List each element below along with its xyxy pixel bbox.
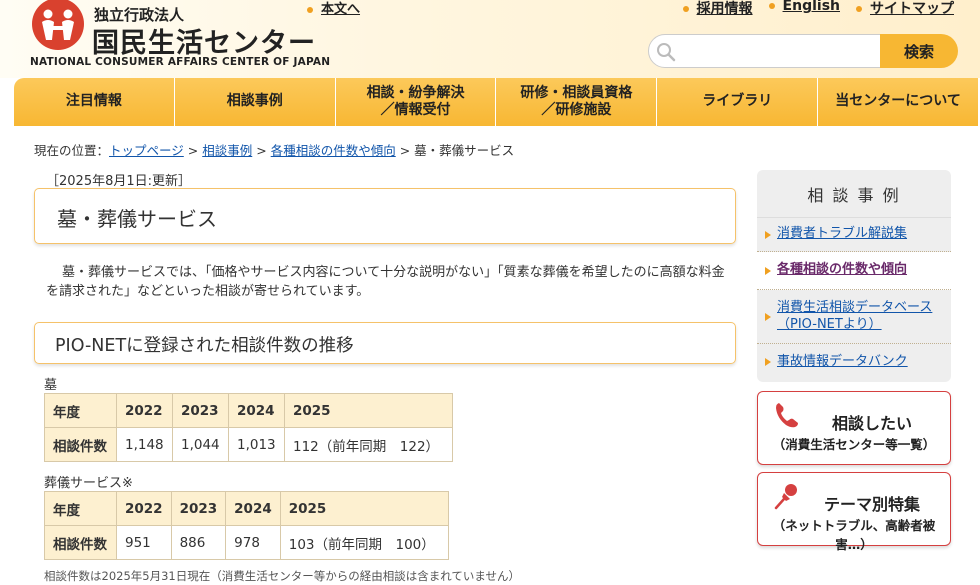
global-nav: 注目情報 相談事例 相談・紛争解決 ／情報受付 研修・相談員資格 ／研修施設 ラ…: [14, 78, 978, 126]
sidebar-item-accident-databank[interactable]: 事故情報データバンク: [757, 344, 951, 380]
breadcrumb-separator: >: [256, 143, 267, 158]
org-name[interactable]: 国民生活センター: [92, 21, 316, 60]
theme-feature-button[interactable]: テーマ別特集 （ネットトラブル、高齢者被害…）: [757, 472, 951, 552]
sidebar-item-pionet-database[interactable]: 消費生活相談データベース （PIO-NETより）: [757, 290, 951, 344]
search-icon: [657, 43, 676, 62]
theme-feature-label: テーマ別特集: [823, 495, 920, 514]
sidebar-item-trouble-guide[interactable]: 消費者トラブル解説集: [757, 218, 951, 252]
table-row: 相談件数 1,148 1,044 1,013 112（前年同期 122）: [44, 427, 453, 462]
table-cell: 112（前年同期 122）: [284, 427, 453, 462]
header-cell: 2024: [225, 491, 281, 526]
table-cell: 1,148: [116, 427, 173, 462]
consult-button[interactable]: 相談したい （消費生活センター等一覧）: [757, 391, 951, 465]
sidebar-menu: 相 談 事 例 消費者トラブル解説集 各種相談の件数や傾向 消費生活相談データベ…: [757, 170, 951, 382]
table-footnote: 相談件数は2025年5月31日現在（消費生活センター等からの経由相談は含まれてい…: [44, 569, 521, 583]
breadcrumb-current: 墓・葬儀サービス: [414, 143, 515, 158]
skip-to-content-link[interactable]: 本文へ: [307, 0, 360, 17]
search-button[interactable]: 検索: [880, 34, 958, 68]
table-header-row: 年度 2022 2023 2024 2025: [44, 393, 453, 428]
table-cell: 886: [170, 525, 227, 560]
nav-dispute-resolution[interactable]: 相談・紛争解決 ／情報受付: [335, 78, 497, 126]
page-title: 墓・葬儀サービス: [34, 188, 736, 244]
org-name-english: NATIONAL CONSUMER AFFAIRS CENTER OF JAPA…: [30, 56, 331, 68]
table-label-grave: 墓: [44, 378, 58, 393]
updated-date: ［2025年8月1日:更新］: [46, 174, 192, 189]
breadcrumb-link-top[interactable]: トップページ: [109, 143, 184, 158]
sidebar-item-counts-trends[interactable]: 各種相談の件数や傾向: [757, 252, 951, 290]
sitemap-link[interactable]: サイトマップ: [856, 0, 954, 18]
table-label-funeral: 葬儀サービス※: [44, 476, 133, 491]
consult-button-sub: （消費生活センター等一覧）: [772, 437, 936, 452]
header-cell: 2023: [170, 491, 227, 526]
breadcrumb-separator: >: [399, 143, 411, 158]
table-cell: 1,044: [172, 427, 229, 462]
nav-about[interactable]: 当センターについて: [818, 78, 978, 126]
nav-featured[interactable]: 注目情報: [14, 78, 175, 126]
header-cell: 2025: [284, 393, 453, 428]
english-link[interactable]: English: [769, 0, 840, 18]
breadcrumb-separator: >: [187, 143, 199, 158]
nav-library[interactable]: ライブラリ: [657, 78, 819, 126]
header-cell: 2023: [172, 393, 229, 428]
header-cell: 年度: [44, 491, 117, 526]
grave-count-table: 年度 2022 2023 2024 2025 相談件数 1,148 1,044 …: [44, 393, 453, 462]
breadcrumb: 現在の位置：トップページ > 相談事例 > 各種相談の件数や傾向 > 墓・葬儀サ…: [34, 140, 514, 159]
nav-training[interactable]: 研修・相談員資格 ／研修施設: [496, 78, 658, 126]
site-search: 検索: [648, 34, 958, 68]
row-head-cell: 相談件数: [44, 427, 117, 462]
theme-feature-sub: （ネットトラブル、高齢者被害…）: [772, 518, 936, 552]
header-cell: 2022: [116, 491, 172, 526]
header-cell: 2025: [279, 491, 449, 526]
recruit-link[interactable]: 採用情報: [683, 0, 753, 18]
site-header: 独立行政法人 国民生活センター NATIONAL CONSUMER AFFAIR…: [0, 0, 980, 78]
section-title: PIO-NETに登録された相談件数の推移: [34, 322, 736, 364]
intro-text: 墓・葬儀サービスでは、「価格やサービス内容について十分な説明がない」「質素な葬儀…: [46, 265, 725, 299]
utility-links: 採用情報 English サイトマップ: [683, 0, 954, 18]
breadcrumb-link-cases[interactable]: 相談事例: [202, 143, 252, 158]
table-cell: 951: [116, 525, 172, 560]
nav-consultation-cases[interactable]: 相談事例: [174, 78, 336, 126]
sidebar-title: 相 談 事 例: [757, 170, 951, 218]
table-row: 相談件数 951 886 978 103（前年同期 100）: [44, 525, 449, 560]
table-header-row: 年度 2022 2023 2024 2025: [44, 491, 449, 526]
row-head-cell: 相談件数: [44, 525, 117, 560]
funeral-count-table: 年度 2022 2023 2024 2025 相談件数 951 886 978 …: [44, 491, 449, 560]
header-cell: 2022: [116, 393, 173, 428]
table-cell: 103（前年同期 100）: [279, 525, 449, 560]
table-cell: 978: [225, 525, 281, 560]
logo-icon[interactable]: [30, 0, 86, 52]
search-input[interactable]: [648, 34, 888, 68]
table-cell: 1,013: [228, 427, 285, 462]
breadcrumb-link-counts[interactable]: 各種相談の件数や傾向: [271, 143, 396, 158]
breadcrumb-prefix: 現在の位置：: [34, 143, 110, 158]
header-cell: 年度: [44, 393, 117, 428]
consult-button-label: 相談したい: [831, 414, 912, 433]
header-cell: 2024: [228, 393, 285, 428]
